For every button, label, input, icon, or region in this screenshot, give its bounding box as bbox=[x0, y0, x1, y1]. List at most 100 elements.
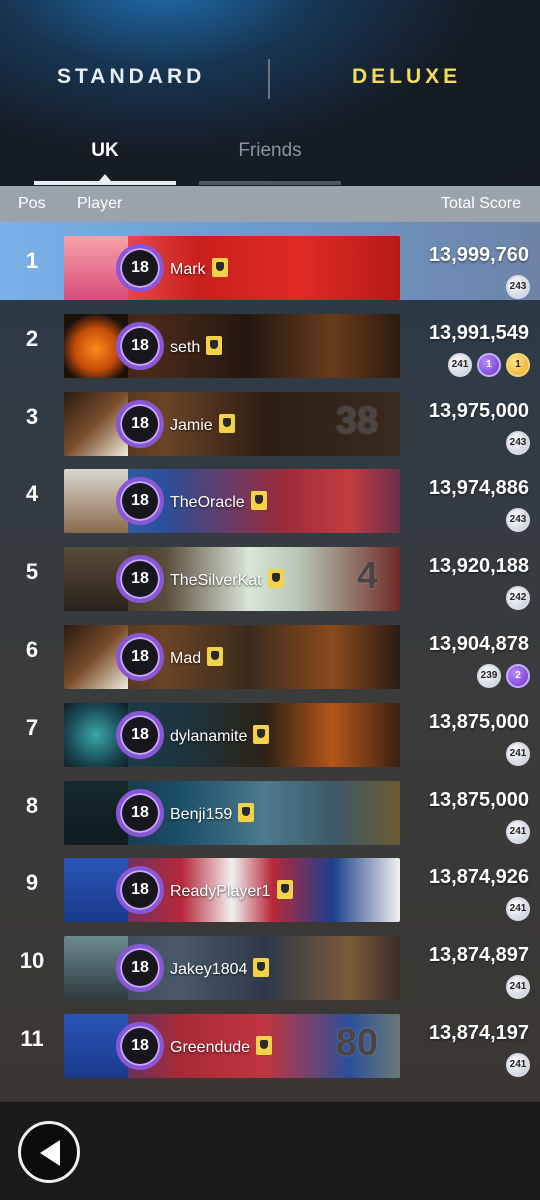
back-button[interactable] bbox=[18, 1121, 80, 1183]
vip-shield-icon bbox=[276, 880, 293, 900]
tab-uk[interactable]: UK bbox=[34, 140, 176, 162]
player-name-text: Mad bbox=[170, 650, 202, 667]
leaderboard-row[interactable]: 8 18 Benji159 13,875,000 241 bbox=[0, 767, 540, 845]
level-badge: 18 bbox=[116, 866, 164, 915]
header: STANDARD DELUXE UK Friends bbox=[0, 0, 540, 186]
player-name-text: TheSilverKat bbox=[170, 572, 262, 590]
silver-medal-icon: 241 bbox=[506, 819, 530, 844]
tab-standard[interactable]: STANDARD bbox=[57, 65, 205, 89]
player-name: Jamie bbox=[170, 413, 235, 435]
silver-medal-icon: 242 bbox=[506, 586, 530, 611]
level-badge: 18 bbox=[116, 477, 164, 526]
medal-badges: 243 bbox=[506, 430, 530, 455]
leaderboard-row[interactable]: 1 18 Mark 13,999,760 243 bbox=[0, 222, 540, 300]
player-banner[interactable]: 18 Jakey1804 bbox=[64, 936, 400, 1001]
silver-medal-icon: 241 bbox=[506, 897, 530, 922]
rank-position: 11 bbox=[20, 1026, 44, 1051]
rank-position: 8 bbox=[25, 792, 39, 818]
player-banner[interactable]: 18 ReadyPlayer1 bbox=[64, 858, 400, 923]
total-score: 13,991,549 bbox=[428, 321, 529, 344]
leaderboard-row[interactable]: 2 18 seth 13,991,549 241 1 1 bbox=[0, 300, 540, 378]
player-banner[interactable]: 4 18 TheSilverKat bbox=[64, 547, 400, 612]
player-name-text: dylanamite bbox=[170, 727, 248, 745]
player-banner[interactable]: 18 Mad bbox=[64, 625, 400, 689]
bottom-bar bbox=[0, 1102, 540, 1200]
back-arrow-icon bbox=[40, 1140, 60, 1166]
player-banner[interactable]: 18 dylanamite bbox=[64, 702, 400, 767]
vip-shield-icon bbox=[253, 958, 270, 978]
rank-position: 6 bbox=[25, 637, 39, 662]
rank-position: 1 bbox=[25, 248, 39, 273]
player-name: Mark bbox=[170, 258, 228, 279]
total-score: 13,904,878 bbox=[428, 633, 529, 655]
player-name-text: ReadyPlayer1 bbox=[170, 883, 271, 901]
silver-medal-icon: 243 bbox=[506, 430, 530, 455]
banner-artwork-text: 80 bbox=[335, 1022, 378, 1064]
medal-badges: 241 bbox=[506, 975, 530, 1000]
mode-divider bbox=[268, 59, 270, 99]
banner-artwork-text: 38 bbox=[335, 399, 378, 442]
leaderboard-list[interactable]: 1 18 Mark 13,999,760 243 2 18 seth 13,991,549 241… bbox=[0, 222, 540, 1102]
medal-badges: 243 bbox=[506, 508, 530, 533]
medal-badges: 241 bbox=[506, 1053, 530, 1077]
level-badge: 18 bbox=[116, 788, 164, 837]
vip-shield-icon bbox=[238, 802, 255, 822]
silver-medal-icon: 243 bbox=[506, 275, 530, 299]
player-name-text: Jamie bbox=[170, 416, 213, 434]
tab-active-indicator bbox=[99, 174, 111, 181]
leaderboard-row[interactable]: 5 4 18 TheSilverKat 13,920,188 242 bbox=[0, 533, 540, 612]
vip-shield-icon bbox=[206, 335, 223, 355]
medal-badges: 239 2 bbox=[477, 664, 530, 688]
total-score: 13,920,188 bbox=[428, 555, 529, 578]
rank-position: 5 bbox=[25, 559, 39, 585]
level-badge: 18 bbox=[116, 399, 164, 448]
player-name-text: seth bbox=[170, 338, 201, 356]
player-name: seth bbox=[170, 335, 223, 357]
level-badge: 18 bbox=[116, 555, 164, 604]
rank-position: 4 bbox=[25, 481, 39, 507]
player-banner[interactable]: 38 18 Jamie bbox=[64, 391, 400, 456]
mode-tabs: STANDARD DELUXE bbox=[0, 55, 540, 103]
player-name-text: Greendude bbox=[170, 1039, 251, 1056]
player-banner[interactable]: 18 TheOracle bbox=[64, 469, 400, 534]
total-score: 13,875,000 bbox=[428, 710, 529, 733]
gold-medal-icon: 1 bbox=[506, 352, 530, 377]
tab-friends[interactable]: Friends bbox=[199, 140, 341, 162]
tab-deluxe[interactable]: DELUXE bbox=[352, 65, 461, 89]
rank-position: 2 bbox=[25, 325, 39, 351]
player-name: Benji159 bbox=[170, 802, 255, 824]
level-badge: 18 bbox=[116, 710, 164, 759]
vip-shield-icon bbox=[256, 1036, 273, 1055]
medal-badges: 241 bbox=[506, 741, 530, 766]
leaderboard-row[interactable]: 11 80 18 Greendude 13,874,197 241 bbox=[0, 1000, 540, 1078]
player-name-text: TheOracle bbox=[170, 494, 245, 512]
player-banner[interactable]: 18 seth bbox=[64, 313, 400, 378]
player-name: Mad bbox=[170, 647, 224, 668]
player-banner[interactable]: 18 Benji159 bbox=[64, 780, 400, 845]
level-badge: 18 bbox=[116, 321, 164, 370]
leaderboard-row[interactable]: 3 38 18 Jamie 13,975,000 243 bbox=[0, 378, 540, 456]
leaderboard-row[interactable]: 4 18 TheOracle 13,974,886 243 bbox=[0, 455, 540, 534]
leaderboard-row[interactable]: 10 18 Jakey1804 13,874,897 241 bbox=[0, 922, 540, 1001]
player-name: ReadyPlayer1 bbox=[170, 880, 293, 901]
player-banner[interactable]: 18 Mark bbox=[64, 236, 400, 300]
player-banner[interactable]: 80 18 Greendude bbox=[64, 1014, 400, 1078]
column-player: Player bbox=[77, 195, 123, 212]
player-name-text: Benji159 bbox=[170, 805, 233, 823]
medal-badges: 241 1 1 bbox=[448, 352, 530, 377]
banner-artwork-text: 4 bbox=[356, 555, 378, 598]
player-name-text: Mark bbox=[170, 261, 206, 278]
leaderboard-row[interactable]: 7 18 dylanamite 13,875,000 241 bbox=[0, 689, 540, 767]
purple-medal-icon: 2 bbox=[506, 664, 530, 688]
leaderboard-row[interactable]: 6 18 Mad 13,904,878 239 2 bbox=[0, 611, 540, 689]
purple-medal-icon: 1 bbox=[477, 352, 501, 377]
silver-medal-icon: 239 bbox=[477, 664, 501, 688]
column-header: Pos Player Total Score bbox=[0, 186, 540, 222]
total-score: 13,874,197 bbox=[428, 1022, 529, 1044]
column-pos: Pos bbox=[18, 195, 46, 212]
player-name: dylanamite bbox=[170, 724, 270, 746]
rank-position: 3 bbox=[25, 403, 39, 429]
silver-medal-icon: 241 bbox=[506, 975, 530, 1000]
vip-shield-icon bbox=[211, 258, 228, 277]
leaderboard-row[interactable]: 9 18 ReadyPlayer1 13,874,926 241 bbox=[0, 844, 540, 923]
